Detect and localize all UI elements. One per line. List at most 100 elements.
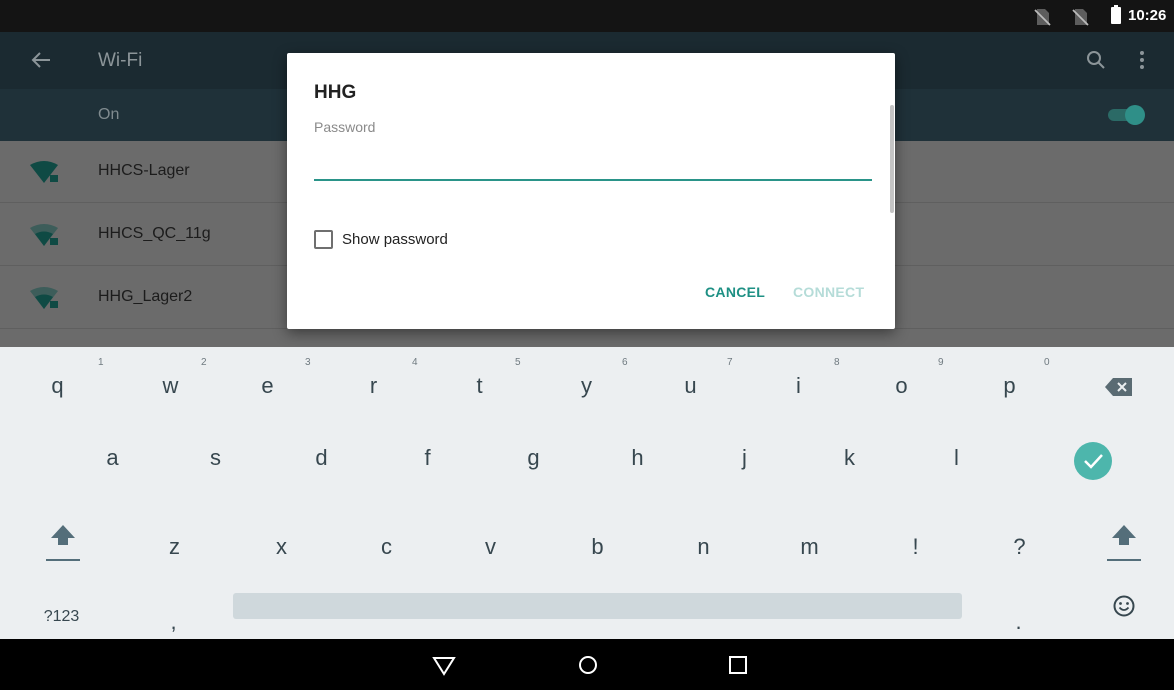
battery-icon [1111, 5, 1121, 24]
key-label: p [1003, 373, 1016, 398]
shift-right-icon[interactable] [1105, 523, 1143, 563]
key-label: g [527, 445, 540, 470]
cancel-button[interactable]: CANCEL [705, 284, 765, 300]
key-label: e [261, 373, 274, 398]
nav-home-icon[interactable] [575, 652, 601, 678]
key-e[interactable]: 3e [214, 347, 321, 419]
key-hint: 6 [622, 357, 628, 368]
key-label: q [51, 373, 64, 398]
network-name: HHG_Lager2 [98, 288, 193, 305]
key-label: u [684, 373, 697, 398]
key-d[interactable]: d [268, 419, 375, 491]
key-label: ?123 [43, 608, 80, 625]
key-label: x [276, 534, 287, 559]
key-label: c [381, 534, 392, 559]
key-label: ! [912, 534, 919, 559]
key-hint: 2 [201, 357, 207, 368]
show-password-label: Show password [342, 231, 448, 248]
show-password-checkbox[interactable] [314, 230, 333, 249]
key-h[interactable]: h [584, 419, 691, 491]
key-m[interactable]: m [756, 508, 863, 580]
page-title: Wi-Fi [98, 50, 143, 71]
key-n[interactable]: n [650, 508, 757, 580]
key-hint: 9 [938, 357, 944, 368]
key-label: k [844, 445, 855, 470]
key-i[interactable]: 8i [745, 347, 852, 419]
key-label: s [210, 445, 221, 470]
back-arrow-icon[interactable] [30, 49, 52, 71]
key-c[interactable]: c [333, 508, 440, 580]
search-icon[interactable] [1086, 50, 1106, 70]
key-label: f [424, 445, 431, 470]
nav-recents-icon[interactable] [725, 652, 751, 678]
key-hint: 7 [727, 357, 733, 368]
key-y[interactable]: 6y [533, 347, 640, 419]
key-label: r [369, 373, 378, 398]
clock: 10:26 [1128, 7, 1167, 24]
key-label: n [697, 534, 710, 559]
enter-check-icon[interactable] [1073, 441, 1113, 481]
key-label: d [315, 445, 328, 470]
key-r[interactable]: 4r [320, 347, 427, 419]
key-v[interactable]: v [437, 508, 544, 580]
key-label: t [476, 373, 483, 398]
nav-back-icon[interactable] [431, 652, 457, 678]
key-b[interactable]: b [544, 508, 651, 580]
no-sim-icon [1072, 9, 1089, 26]
network-name: HHCS_QC_11g [98, 225, 211, 242]
key-exclamation[interactable]: ! [862, 508, 969, 580]
key-l[interactable]: l [903, 419, 1010, 491]
password-label: Password [314, 119, 376, 135]
key-hint: 3 [305, 357, 311, 368]
key-z[interactable]: z [121, 508, 228, 580]
connect-button[interactable]: CONNECT [793, 284, 864, 300]
key-hint: 0 [1044, 357, 1050, 368]
key-label: i [796, 373, 801, 398]
key-w[interactable]: 2w [117, 347, 224, 419]
wifi-signal-locked-icon [30, 224, 58, 246]
shift-left-icon[interactable] [44, 523, 82, 563]
key-label: , [170, 609, 177, 634]
wifi-signal-locked-icon [30, 161, 58, 183]
key-label: ? [1013, 534, 1026, 559]
backspace-icon[interactable] [1104, 377, 1134, 397]
network-name: HHCS-Lager [98, 162, 190, 179]
wifi-password-dialog: HHG Password Show password CANCEL CONNEC… [287, 53, 895, 329]
key-u[interactable]: 7u [637, 347, 744, 419]
key-f[interactable]: f [374, 419, 481, 491]
key-q[interactable]: 1q [4, 347, 111, 419]
key-label: h [631, 445, 644, 470]
key-p[interactable]: 0p [956, 347, 1063, 419]
emoji-icon[interactable] [1113, 595, 1135, 617]
key-x[interactable]: x [228, 508, 335, 580]
wifi-toggle[interactable] [1108, 105, 1145, 125]
on-screen-keyboard: 1q 2w 3e 4r 5t 6y 7u 8i 9o 0p a s d f g … [0, 347, 1174, 639]
key-label: b [591, 534, 604, 559]
key-label: l [954, 445, 959, 470]
key-j[interactable]: j [691, 419, 798, 491]
key-g[interactable]: g [480, 419, 587, 491]
navigation-bar [0, 639, 1174, 690]
dialog-scrollbar[interactable] [890, 105, 894, 213]
wifi-switch-label: On [98, 106, 120, 123]
space-bar[interactable] [233, 593, 962, 619]
dialog-title: HHG [314, 82, 357, 103]
key-hint: 1 [98, 357, 104, 368]
status-bar: 10:26 [0, 0, 1174, 32]
key-a[interactable]: a [59, 419, 166, 491]
more-vert-icon[interactable] [1138, 48, 1146, 72]
key-label: m [800, 534, 819, 559]
key-o[interactable]: 9o [848, 347, 955, 419]
key-hint: 4 [412, 357, 418, 368]
password-input[interactable] [314, 145, 872, 181]
no-sim-icon [1034, 9, 1051, 26]
key-hint: 5 [515, 357, 521, 368]
key-label: . [1015, 609, 1022, 634]
key-question[interactable]: ? [966, 508, 1073, 580]
key-label: z [169, 534, 180, 559]
key-label: o [895, 373, 908, 398]
key-t[interactable]: 5t [426, 347, 533, 419]
key-k[interactable]: k [796, 419, 903, 491]
key-s[interactable]: s [162, 419, 269, 491]
wifi-signal-locked-icon [30, 287, 58, 309]
